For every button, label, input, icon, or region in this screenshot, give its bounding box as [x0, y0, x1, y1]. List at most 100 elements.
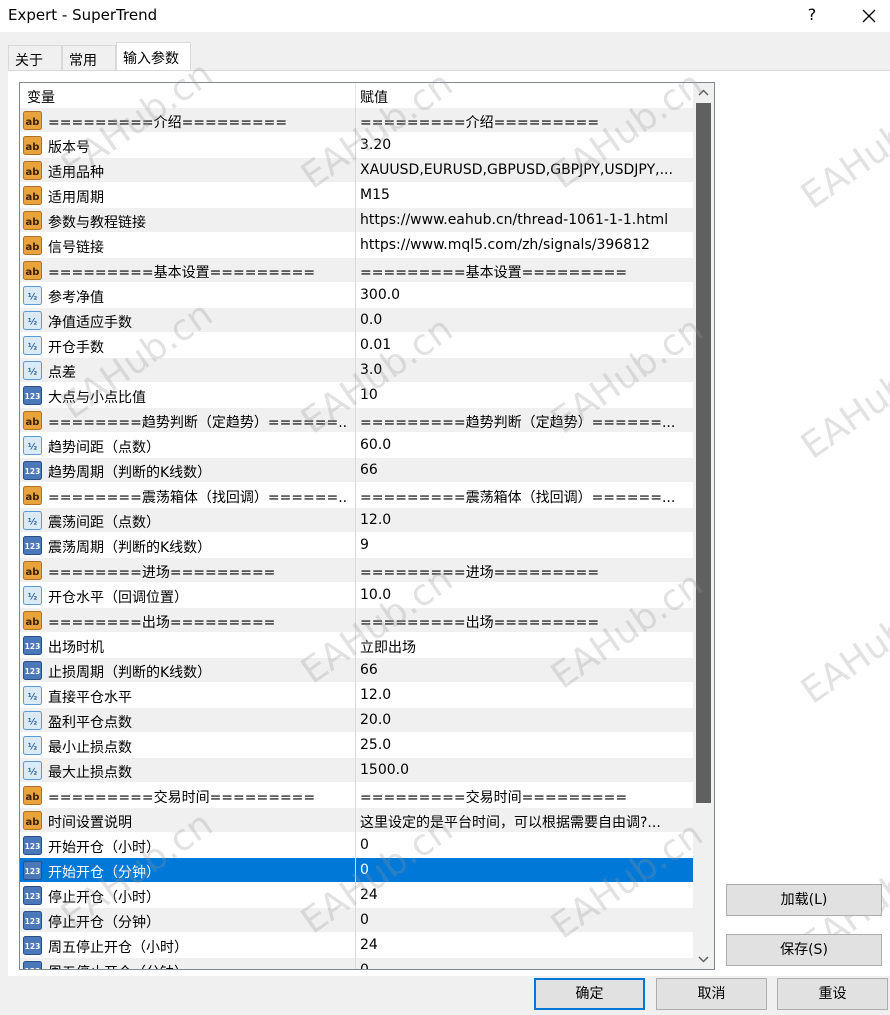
tab-inputs[interactable]: 输入参数: [116, 42, 191, 72]
table-row[interactable]: 123 出场时机 立即出场: [20, 633, 693, 658]
svg-text:ab: ab: [26, 817, 40, 828]
scroll-thumb[interactable]: [696, 103, 711, 803]
tab-common[interactable]: 常用: [62, 45, 116, 71]
parameter-value[interactable]: 1500.0: [360, 762, 688, 778]
table-row[interactable]: ½ 参考净值 300.0: [20, 283, 693, 308]
table-row[interactable]: 123 周五停止开仓（分钟） 0: [20, 958, 693, 969]
parameter-value[interactable]: 10.0: [360, 587, 688, 603]
parameter-value[interactable]: 9: [360, 537, 688, 553]
table-row[interactable]: ab =========基本设置========= =========基本设置===…: [20, 258, 693, 283]
parameter-value[interactable]: 66: [360, 462, 688, 478]
parameter-value[interactable]: 3.20: [360, 137, 688, 153]
table-row[interactable]: ab ========进场========= =========进场========…: [20, 558, 693, 583]
table-row[interactable]: 123 震荡周期（判断的K线数） 9: [20, 533, 693, 558]
table-row[interactable]: 123 停止开仓（分钟） 0: [20, 908, 693, 933]
table-row[interactable]: ab =========介绍========= =========介绍=======…: [20, 108, 693, 133]
svg-text:ab: ab: [26, 567, 40, 578]
string-type-icon: ab: [23, 411, 42, 430]
parameter-value[interactable]: 0: [360, 962, 688, 969]
table-row[interactable]: ½ 开仓手数 0.01: [20, 333, 693, 358]
parameter-value[interactable]: 20.0: [360, 712, 688, 728]
parameter-name: 出场时机: [48, 640, 104, 656]
svg-text:123: 123: [25, 642, 41, 651]
parameter-value[interactable]: 这里设定的是平台时间，可以根据需要自由调?...: [360, 812, 688, 832]
scroll-down-button[interactable]: [693, 949, 714, 969]
table-row[interactable]: ½ 直接平仓水平 12.0: [20, 683, 693, 708]
table-row[interactable]: ab 参数与教程链接 https://www.eahub.cn/thread-106…: [20, 208, 693, 233]
load-button[interactable]: 加载(L): [726, 884, 882, 916]
table-row[interactable]: 123 开始开仓（小时） 0: [20, 833, 693, 858]
parameter-value[interactable]: 0.01: [360, 337, 688, 353]
reset-button[interactable]: 重设: [777, 978, 888, 1010]
help-button[interactable]: ?: [801, 4, 823, 26]
parameter-value[interactable]: 300.0: [360, 287, 688, 303]
string-type-icon: ab: [23, 611, 42, 630]
table-row[interactable]: ab 版本号 3.20: [20, 133, 693, 158]
column-header-variable[interactable]: 变量: [27, 87, 55, 107]
parameter-value[interactable]: 0: [360, 862, 688, 878]
parameter-value[interactable]: https://www.eahub.cn/thread-1061-1-1.htm…: [360, 212, 688, 228]
table-row[interactable]: 123 趋势周期（判断的K线数） 66: [20, 458, 693, 483]
table-row[interactable]: ab 适用品种 XAUUSD,EURUSD,GBPUSD,GBPJPY,USDJPY…: [20, 158, 693, 183]
parameter-value[interactable]: =========介绍=========: [360, 112, 688, 132]
save-button[interactable]: 保存(S): [726, 934, 882, 966]
parameter-value[interactable]: 66: [360, 662, 688, 678]
table-row[interactable]: ½ 最大止损点数 1500.0: [20, 758, 693, 783]
table-row[interactable]: 123 周五停止开仓（小时） 24: [20, 933, 693, 958]
parameter-value[interactable]: 12.0: [360, 512, 688, 528]
table-row[interactable]: ½ 最小止损点数 25.0: [20, 733, 693, 758]
ok-button[interactable]: 确定: [534, 978, 645, 1010]
parameter-value[interactable]: M15: [360, 187, 688, 203]
table-row[interactable]: 123 止损周期（判断的K线数） 66: [20, 658, 693, 683]
table-row[interactable]: ½ 开仓水平（回调位置） 10.0: [20, 583, 693, 608]
column-divider: [355, 658, 356, 683]
double-type-icon: ½: [23, 686, 42, 705]
table-row[interactable]: ab 适用周期 M15: [20, 183, 693, 208]
parameter-value[interactable]: 3.0: [360, 362, 688, 378]
parameter-value[interactable]: 24: [360, 887, 688, 903]
table-row[interactable]: ab ========震荡箱体（找回调）======... =========震荡箱…: [20, 483, 693, 508]
parameter-value[interactable]: =========震荡箱体（找回调）======...: [360, 487, 688, 507]
parameter-value[interactable]: =========交易时间=========: [360, 787, 688, 807]
table-row[interactable]: ½ 震荡间距（点数） 12.0: [20, 508, 693, 533]
column-header-value[interactable]: 赋值: [360, 87, 388, 107]
table-row[interactable]: 123 大点与小点比值 10: [20, 383, 693, 408]
parameter-value[interactable]: 立即出场: [360, 637, 688, 657]
tab-about[interactable]: 关于: [8, 45, 62, 71]
parameter-value[interactable]: 0: [360, 912, 688, 928]
parameter-value[interactable]: 24: [360, 937, 688, 953]
table-row[interactable]: ab =========交易时间========= =========交易时间===…: [20, 783, 693, 808]
close-button[interactable]: [856, 3, 882, 29]
parameter-value[interactable]: https://www.mql5.com/zh/signals/396812: [360, 237, 688, 253]
table-row[interactable]: 123 开始开仓（分钟） 0: [20, 858, 693, 883]
parameter-value[interactable]: 10: [360, 387, 688, 403]
svg-text:½: ½: [28, 717, 37, 728]
table-row[interactable]: ab ========出场========= =========出场========…: [20, 608, 693, 633]
parameter-value[interactable]: =========出场=========: [360, 612, 688, 632]
parameter-value[interactable]: =========基本设置=========: [360, 262, 688, 282]
table-row[interactable]: ½ 盈利平仓点数 20.0: [20, 708, 693, 733]
parameter-name: 趋势周期（判断的K线数）: [48, 465, 212, 481]
table-row[interactable]: ab ========趋势判断（定趋势）======... =========趋势判…: [20, 408, 693, 433]
table-row[interactable]: ab 时间设置说明 这里设定的是平台时间，可以根据需要自由调?...: [20, 808, 693, 833]
table-row[interactable]: ab 信号链接 https://www.mql5.com/zh/signals/39…: [20, 233, 693, 258]
parameter-value[interactable]: =========进场=========: [360, 562, 688, 582]
parameter-value[interactable]: XAUUSD,EURUSD,GBPUSD,GBPJPY,USDJPY,...: [360, 162, 688, 178]
scroll-up-button[interactable]: [693, 83, 714, 103]
column-divider: [355, 283, 356, 308]
cancel-button[interactable]: 取消: [656, 978, 767, 1010]
parameter-value[interactable]: 0.0: [360, 312, 688, 328]
vertical-scrollbar[interactable]: [693, 83, 714, 969]
table-row[interactable]: 123 停止开仓（小时） 24: [20, 883, 693, 908]
parameter-value[interactable]: 25.0: [360, 737, 688, 753]
table-row[interactable]: ½ 趋势间距（点数） 60.0: [20, 433, 693, 458]
parameter-value[interactable]: =========趋势判断（定趋势）======...: [360, 412, 688, 432]
parameter-value[interactable]: 60.0: [360, 437, 688, 453]
parameter-value[interactable]: 0: [360, 837, 688, 853]
table-row[interactable]: ½ 点差 3.0: [20, 358, 693, 383]
svg-text:½: ½: [28, 342, 37, 353]
table-row[interactable]: ½ 净值适应手数 0.0: [20, 308, 693, 333]
double-type-icon: ½: [23, 511, 42, 530]
parameter-value[interactable]: 12.0: [360, 687, 688, 703]
svg-text:½: ½: [28, 742, 37, 753]
